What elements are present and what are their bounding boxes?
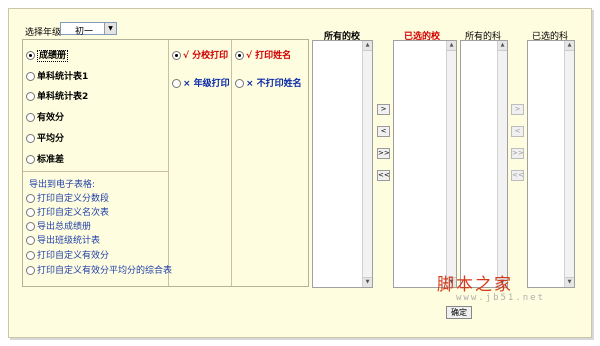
grade-label: 选择年级 [25, 28, 62, 38]
radio-icon[interactable] [26, 222, 35, 231]
move-subject-right-button[interactable]: > [511, 104, 524, 115]
radio-print-scope-1[interactable]: × 年级打印 [172, 78, 230, 90]
move-all-subjects-right-button[interactable]: >> [511, 148, 524, 159]
selected-subjects-list[interactable]: ▲ ▼ [527, 40, 575, 288]
panel-divider [168, 40, 169, 286]
radio-report-type-3[interactable]: 有效分 [26, 112, 64, 124]
export-label: 打印自定义分数段 [37, 194, 110, 204]
export-label: 打印自定义有效分平均分的综合表 [37, 266, 173, 276]
radio-icon[interactable] [26, 208, 35, 217]
export-option-3[interactable]: 导出班级统计表 [26, 235, 100, 247]
radio-icon[interactable] [26, 155, 35, 164]
watermark-text: 脚本之家 [437, 275, 513, 295]
grade-select-value: 初一 [75, 27, 94, 37]
radio-checked-icon[interactable] [172, 51, 181, 60]
radio-icon[interactable] [26, 92, 35, 101]
scrollbar[interactable]: ▲ ▼ [564, 41, 574, 287]
radio-label: 平均分 [37, 134, 65, 144]
export-label: 导出总成绩册 [37, 222, 92, 232]
radio-report-type-0[interactable]: 成绩册 [26, 50, 69, 62]
scroll-up-icon[interactable]: ▲ [363, 41, 372, 51]
scroll-up-icon[interactable]: ▲ [447, 41, 456, 51]
export-label: 打印自定义有效分 [37, 251, 110, 261]
radio-checked-icon[interactable] [235, 51, 244, 60]
export-option-2[interactable]: 导出总成绩册 [26, 221, 91, 233]
export-option-0[interactable]: 打印自定义分数段 [26, 193, 109, 205]
grade-select[interactable]: 初一 ▼ [60, 22, 117, 37]
all-subjects-list[interactable]: ▲ ▼ [460, 40, 508, 288]
radio-report-type-5[interactable]: 标准差 [26, 154, 64, 166]
move-subject-left-button[interactable]: < [511, 126, 524, 137]
radio-icon[interactable] [235, 79, 244, 88]
radio-icon[interactable] [26, 113, 35, 122]
radio-icon[interactable] [26, 266, 35, 275]
radio-icon[interactable] [172, 79, 181, 88]
export-label: 打印自定义名次表 [37, 208, 110, 218]
move-school-right-button[interactable]: > [377, 104, 390, 115]
scroll-up-icon[interactable]: ▲ [498, 41, 507, 51]
export-title: 导出到电子表格: [29, 180, 96, 190]
radio-name-print-1[interactable]: × 不打印姓名 [235, 78, 302, 90]
radio-name-print-0[interactable]: √ 打印姓名 [235, 50, 291, 62]
scroll-down-icon[interactable]: ▼ [363, 277, 372, 287]
radio-icon[interactable] [26, 236, 35, 245]
export-option-1[interactable]: 打印自定义名次表 [26, 207, 109, 219]
radio-label: 有效分 [37, 113, 65, 123]
radio-label: √ 分校打印 [183, 51, 229, 61]
radio-label: 标准差 [37, 155, 65, 165]
panel-divider [23, 171, 168, 172]
panel-divider [231, 40, 232, 286]
scrollbar[interactable]: ▲ ▼ [362, 41, 372, 287]
watermark-url: www.jb51.net [456, 293, 546, 303]
move-all-schools-right-button[interactable]: >> [377, 148, 390, 159]
scrollbar[interactable]: ▲ ▼ [497, 41, 507, 287]
radio-label: 单科统计表2 [37, 92, 89, 102]
radio-label: √ 打印姓名 [246, 51, 292, 61]
export-option-5[interactable]: 打印自定义有效分平均分的综合表 [26, 265, 172, 277]
radio-label: 单科统计表1 [37, 72, 89, 82]
scroll-down-icon[interactable]: ▼ [565, 277, 574, 287]
move-all-subjects-left-button[interactable]: << [511, 170, 524, 181]
radio-icon[interactable] [26, 134, 35, 143]
move-all-schools-left-button[interactable]: << [377, 170, 390, 181]
all-schools-list[interactable]: ▲ ▼ [312, 40, 373, 288]
selected-schools-list[interactable]: ▲ ▼ [393, 40, 457, 288]
radio-icon[interactable] [26, 194, 35, 203]
radio-report-type-4[interactable]: 平均分 [26, 133, 64, 145]
export-option-4[interactable]: 打印自定义有效分 [26, 250, 109, 262]
radio-label: × 不打印姓名 [246, 79, 302, 89]
radio-icon[interactable] [26, 251, 35, 260]
radio-label: × 年级打印 [183, 79, 230, 89]
move-school-left-button[interactable]: < [377, 126, 390, 137]
chevron-down-icon[interactable]: ▼ [104, 23, 116, 34]
export-label: 导出班级统计表 [37, 236, 101, 246]
radio-report-type-1[interactable]: 单科统计表1 [26, 71, 88, 83]
radio-label: 成绩册 [37, 50, 69, 62]
scroll-up-icon[interactable]: ▲ [565, 41, 574, 51]
ok-button[interactable]: 确定 [446, 306, 472, 319]
radio-checked-icon[interactable] [26, 51, 35, 60]
radio-print-scope-0[interactable]: √ 分校打印 [172, 50, 228, 62]
radio-icon[interactable] [26, 72, 35, 81]
radio-report-type-2[interactable]: 单科统计表2 [26, 91, 88, 103]
scrollbar[interactable]: ▲ ▼ [446, 41, 456, 287]
